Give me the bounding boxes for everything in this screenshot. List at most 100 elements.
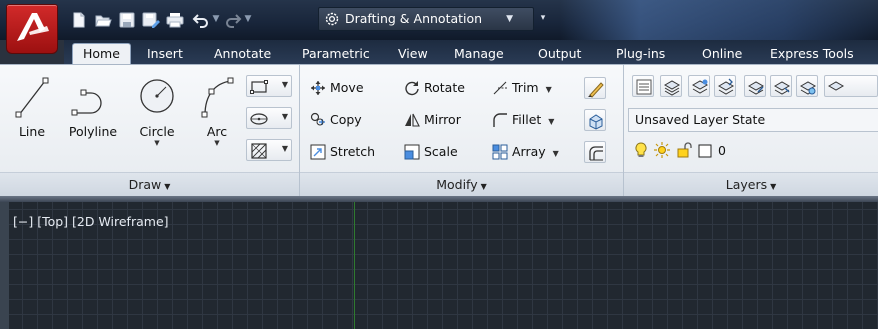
modify-panel: Move Rotate Trim ▼ Copy Mirror Fillet ▼ St…: [300, 65, 624, 197]
rotate-icon: [405, 81, 419, 96]
layer-dropdown[interactable]: 0: [634, 141, 726, 161]
autocad-logo-icon: [17, 13, 49, 41]
chevron-down-icon: ▼: [548, 117, 555, 126]
tab-insert[interactable]: Insert: [147, 44, 183, 64]
scale-tool[interactable]: Scale: [404, 141, 458, 163]
draw-panel-title[interactable]: Draw ▼: [0, 172, 299, 196]
fillet-label: Fillet: [512, 112, 542, 127]
polyline-tool[interactable]: Polyline: [62, 73, 124, 139]
ribbon: Line Polyline Circle ▼ Arc ▼ ▼ ▼ ▼ Draw …: [0, 64, 878, 197]
modify-panel-title[interactable]: Modify ▼: [300, 172, 623, 196]
array-label: Array: [512, 144, 546, 159]
rotate-label: Rotate: [424, 80, 465, 95]
chevron-down-icon[interactable]: ▼: [132, 139, 182, 147]
array-icon: [492, 144, 508, 160]
polyline-label: Polyline: [68, 124, 118, 139]
fillet-tool[interactable]: Fillet ▼: [492, 109, 554, 131]
chevron-down-icon: ▼: [552, 149, 559, 158]
current-layer-name: 0: [717, 143, 726, 158]
polyline-icon: [71, 89, 102, 116]
circle-label: Circle: [139, 124, 175, 139]
tab-view[interactable]: View: [398, 44, 428, 64]
modify-panel-title-label: Modify: [436, 177, 478, 192]
mirror-label: Mirror: [424, 112, 461, 127]
undo-icon[interactable]: [192, 11, 210, 29]
application-menu-button[interactable]: [6, 4, 58, 54]
draw-panel-title-label: Draw: [128, 177, 162, 192]
trim-tool[interactable]: Trim ▼: [492, 77, 552, 99]
chevron-down-icon: ▼: [770, 182, 777, 191]
move-tool[interactable]: Move: [310, 77, 364, 99]
erase-tool[interactable]: [584, 77, 606, 99]
layers-panel: Unsaved Layer State 0 Layers ▼: [624, 65, 878, 197]
arc-icon: [201, 77, 234, 118]
gear-icon: [324, 11, 340, 34]
chevron-down-icon: ▼: [506, 14, 513, 24]
trim-label: Trim: [512, 80, 539, 95]
move-label: Move: [330, 80, 364, 95]
layers-panel-title[interactable]: Layers ▼: [624, 172, 878, 196]
layer-more-icon[interactable]: [824, 75, 878, 97]
chevron-down-icon: ▼: [281, 144, 288, 153]
save-as-icon[interactable]: [142, 11, 160, 29]
layer-match-icon[interactable]: [688, 75, 710, 97]
tab-annotate[interactable]: Annotate: [214, 44, 271, 64]
move-icon: [311, 81, 325, 95]
explode-tool[interactable]: [584, 109, 606, 131]
draw-panel: Line Polyline Circle ▼ Arc ▼ ▼ ▼ ▼ Draw …: [0, 65, 300, 197]
layer-freeze-icon[interactable]: [796, 75, 818, 97]
mirror-tool[interactable]: Mirror: [404, 109, 461, 131]
hatch-icon: [251, 143, 267, 159]
chevron-down-icon[interactable]: ▼: [194, 139, 240, 147]
rotate-tool[interactable]: Rotate: [404, 77, 465, 99]
copy-tool[interactable]: Copy: [310, 109, 362, 131]
ellipse-tool[interactable]: ▼: [246, 107, 292, 129]
line-tool[interactable]: Line: [10, 73, 54, 139]
chevron-down-icon: ▼: [480, 182, 487, 191]
plot-icon[interactable]: [166, 11, 184, 29]
arc-label: Arc: [206, 124, 228, 139]
tab-output[interactable]: Output: [538, 44, 581, 64]
rectangle-tool[interactable]: ▼: [246, 75, 292, 97]
arc-tool[interactable]: Arc ▼: [194, 73, 240, 147]
tab-plug-ins[interactable]: Plug-ins: [616, 44, 665, 64]
save-icon[interactable]: [118, 11, 136, 29]
offset-tool[interactable]: [584, 141, 606, 163]
viewport-controls-label[interactable]: [−] [Top] [2D Wireframe]: [13, 214, 169, 229]
rectangle-icon: [250, 80, 268, 94]
stretch-icon: [310, 144, 326, 160]
tab-parametric[interactable]: Parametric: [302, 44, 370, 64]
scale-label: Scale: [424, 144, 458, 159]
array-tool[interactable]: Array ▼: [492, 141, 559, 163]
undo-dropdown-icon[interactable]: ▼: [212, 12, 220, 26]
workspace-name: Drafting & Annotation: [345, 11, 483, 26]
circle-icon: [140, 79, 174, 113]
quick-access-customize-icon[interactable]: ▾: [536, 7, 550, 31]
workspace-switcher[interactable]: Drafting & Annotation ▼: [318, 7, 534, 31]
offset-icon: [589, 146, 603, 161]
hatch-tool[interactable]: ▼: [246, 139, 292, 161]
drawing-canvas[interactable]: [−] [Top] [2D Wireframe]: [0, 202, 878, 329]
tab-online[interactable]: Online: [702, 44, 742, 64]
ribbon-tabs: Home Insert Annotate Parametric View Man…: [64, 40, 878, 65]
stretch-tool[interactable]: Stretch: [310, 141, 375, 163]
redo-icon[interactable]: [224, 11, 242, 29]
chevron-down-icon: ▼: [281, 112, 288, 121]
layer-unisolate-icon[interactable]: [770, 75, 792, 97]
unlock-icon: [677, 142, 692, 158]
copy-label: Copy: [330, 112, 362, 127]
new-icon[interactable]: [70, 11, 88, 29]
erase-icon: [588, 82, 604, 98]
redo-dropdown-icon[interactable]: ▼: [244, 12, 252, 26]
layer-isolate-icon[interactable]: [744, 75, 766, 97]
tab-manage[interactable]: Manage: [454, 44, 504, 64]
layer-state-dropdown[interactable]: Unsaved Layer State: [628, 108, 878, 132]
layer-current-icon[interactable]: [660, 75, 682, 97]
open-icon[interactable]: [94, 11, 112, 29]
layer-previous-icon[interactable]: [714, 75, 736, 97]
circle-tool[interactable]: Circle ▼: [132, 73, 182, 147]
title-bar: ▼ ▼ Drafting & Annotation ▼ ▾: [0, 0, 878, 40]
tab-express-tools[interactable]: Express Tools: [770, 44, 854, 64]
tab-home[interactable]: Home: [72, 43, 131, 65]
layer-properties-icon[interactable]: [632, 75, 654, 97]
